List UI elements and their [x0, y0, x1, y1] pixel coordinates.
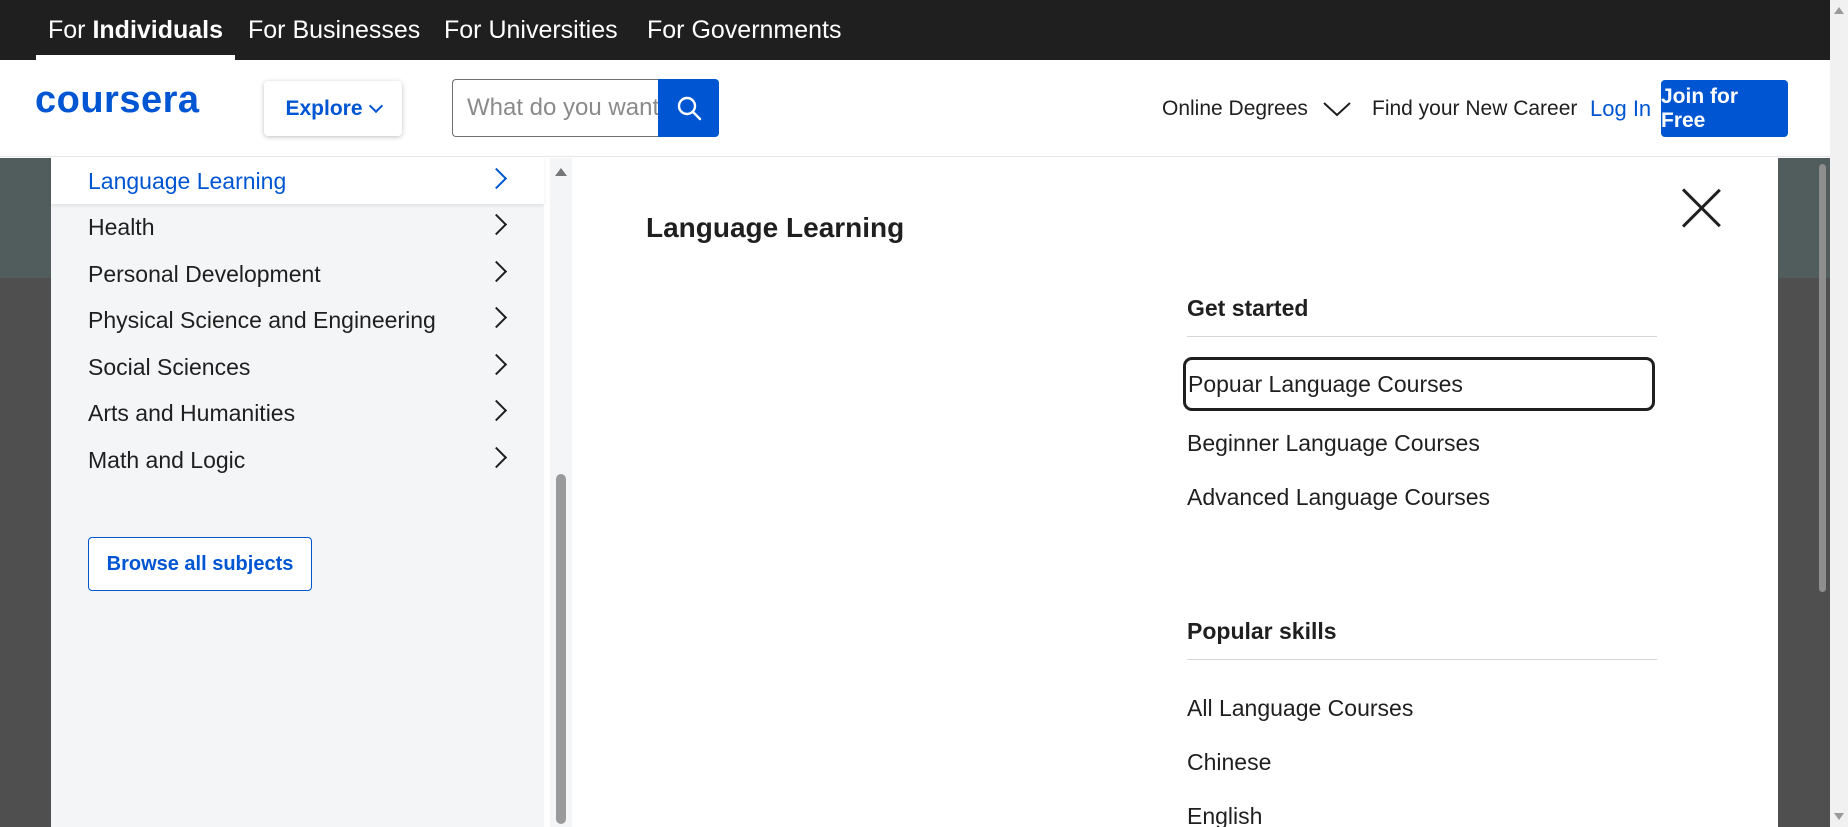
all-language-courses-link[interactable]: All Language Courses [1187, 695, 1413, 722]
sidebar-item-social-sciences[interactable]: Social Sciences [51, 344, 544, 390]
english-link[interactable]: English [1187, 803, 1262, 827]
sidebar-item-label: Social Sciences [88, 353, 251, 380]
chevron-right-icon [485, 306, 508, 329]
search-button[interactable] [658, 79, 719, 137]
explore-label: Explore [285, 96, 363, 120]
content-scrollbar[interactable] [1815, 158, 1829, 827]
popular-language-courses-link[interactable]: Popuar Language Courses [1183, 357, 1655, 411]
tab-for-individuals[interactable]: For Individuals [35, 0, 236, 60]
close-icon[interactable] [1681, 188, 1721, 228]
online-degrees-label: Online Degrees [1162, 97, 1308, 120]
sidebar-item-math-logic[interactable]: Math and Logic [51, 437, 544, 483]
search-input[interactable] [452, 79, 658, 137]
sidebar-item-label: Health [88, 213, 155, 240]
login-link[interactable]: Log In [1590, 60, 1651, 157]
coursera-logo[interactable]: coursera [35, 79, 200, 122]
sidebar-item-label: Personal Development [88, 260, 321, 287]
sidebar-item-physical-science[interactable]: Physical Science and Engineering [51, 297, 544, 343]
sidebar-item-health[interactable]: Health [51, 204, 544, 250]
chevron-down-icon [368, 98, 383, 113]
audience-bar: For Individuals For Businesses For Unive… [0, 0, 1830, 60]
chevron-right-icon [485, 213, 508, 236]
scrollbar-thumb[interactable] [1819, 164, 1826, 592]
sidebar-scrollbar[interactable] [550, 158, 572, 827]
join-for-free-button[interactable]: Join for Free [1661, 80, 1788, 137]
scroll-up-icon[interactable] [1834, 7, 1844, 14]
scroll-up-icon[interactable] [555, 168, 567, 176]
sidebar-item-label: Arts and Humanities [88, 399, 296, 426]
browse-all-subjects-button[interactable]: Browse all subjects [88, 537, 312, 591]
explore-button[interactable]: Explore [264, 81, 402, 136]
scroll-down-icon[interactable] [1834, 813, 1844, 820]
content-title: Language Learning [646, 212, 905, 243]
scrollbar-thumb[interactable] [556, 474, 566, 824]
sidebar-item-personal-development[interactable]: Personal Development [51, 251, 544, 297]
chevron-right-icon [485, 446, 508, 469]
sidebar-item-arts-humanities[interactable]: Arts and Humanities [51, 390, 544, 436]
chevron-right-icon [485, 260, 508, 283]
search-bar [452, 79, 719, 137]
find-career-link[interactable]: Find your New Career [1372, 60, 1577, 157]
beginner-language-courses-link[interactable]: Beginner Language Courses [1187, 430, 1480, 457]
main-header: coursera Explore Online Degrees Find you… [0, 60, 1830, 157]
search-icon [677, 96, 701, 121]
chevron-right-icon [485, 167, 508, 190]
tab-for-governments[interactable]: For Governments [647, 0, 842, 60]
chevron-right-icon [485, 399, 508, 422]
sidebar-item-label: Physical Science and Engineering [88, 306, 436, 333]
sidebar-item-label: Language Learning [88, 167, 287, 194]
get-started-heading: Get started [1187, 295, 1657, 337]
page-scrollbar[interactable] [1830, 0, 1848, 827]
chevron-down-icon [1323, 101, 1351, 116]
chevron-right-icon [485, 353, 508, 376]
tab-bold-label: Individuals [92, 16, 224, 44]
chinese-link[interactable]: Chinese [1187, 749, 1271, 776]
popular-skills-heading: Popular skills [1187, 618, 1657, 660]
online-degrees-menu[interactable]: Online Degrees [1162, 60, 1352, 157]
sidebar-item-language-learning[interactable]: Language Learning [51, 158, 544, 204]
tab-for-businesses[interactable]: For Businesses [248, 0, 420, 60]
explore-mega-menu: Language Learning Health Personal Develo… [51, 158, 1826, 827]
advanced-language-courses-link[interactable]: Advanced Language Courses [1187, 484, 1490, 511]
subject-sidebar: Language Learning Health Personal Develo… [51, 158, 544, 827]
sidebar-item-label: Math and Logic [88, 446, 246, 473]
tab-prefix: For [48, 16, 93, 44]
tab-for-universities[interactable]: For Universities [444, 0, 618, 60]
